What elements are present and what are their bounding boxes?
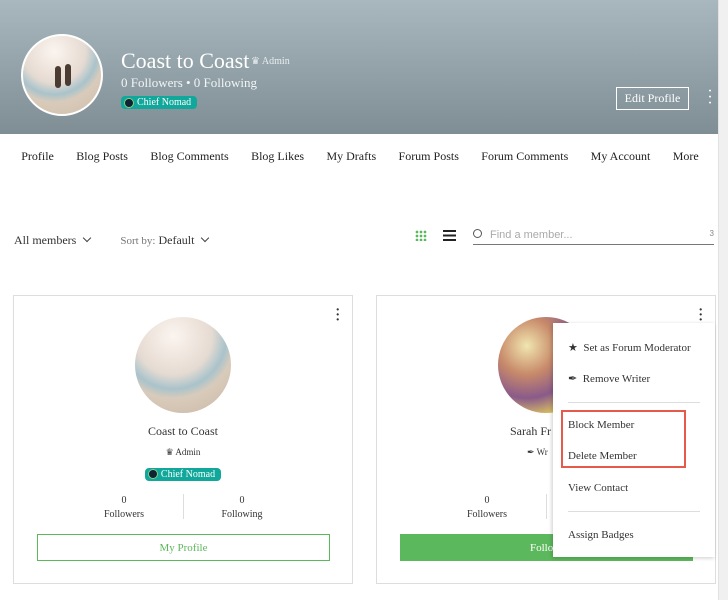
divider (183, 494, 184, 519)
member-role: ♛ Admin (165, 447, 201, 457)
grid-view-icon[interactable] (415, 230, 427, 241)
followers-stat: 0 Followers (104, 495, 144, 520)
followers-stat: 0 Followers (467, 495, 507, 520)
tab-profile[interactable]: Profile (21, 149, 54, 164)
badge-icon (147, 469, 158, 479)
tab-my-account[interactable]: My Account (591, 149, 651, 164)
members-filter[interactable]: All members (14, 233, 94, 248)
divider (546, 494, 547, 519)
tab-blog-comments[interactable]: Blog Comments (150, 149, 228, 164)
tab-forum-posts[interactable]: Forum Posts (399, 149, 459, 164)
search-input[interactable]: Find a member... 3 (473, 228, 714, 245)
highlight-box (561, 410, 686, 468)
divider (568, 402, 700, 403)
profile-header: Coast to Coast ♛ Admin 0 Followers • 0 F… (0, 0, 718, 134)
tab-blog-posts[interactable]: Blog Posts (76, 149, 128, 164)
chevron-down-icon (83, 233, 92, 243)
profile-name: Coast to Coast (121, 48, 250, 73)
scrollbar[interactable] (718, 0, 728, 600)
tab-blog-likes[interactable]: Blog Likes (251, 149, 304, 164)
divider (568, 511, 700, 512)
profile-nav: Profile Blog Posts Blog Comments Blog Li… (0, 134, 718, 178)
star-icon: ★ (568, 342, 578, 354)
feather-icon: ✒ (527, 447, 537, 457)
tab-forum-comments[interactable]: Forum Comments (481, 149, 568, 164)
menu-item-view-contact[interactable]: View Contact (568, 482, 628, 494)
member-name[interactable]: Coast to Coast (14, 424, 352, 439)
list-view-icon[interactable] (443, 230, 456, 241)
badge-icon (124, 97, 134, 108)
edit-profile-button[interactable]: Edit Profile (616, 87, 689, 110)
feather-icon: ✒ (568, 373, 578, 385)
admin-role: ♛ Admin (251, 56, 290, 67)
menu-item-remove-writer[interactable]: ✒ Remove Writer (568, 372, 650, 385)
member-badge: Chief Nomad (144, 467, 222, 481)
menu-item-set-forum-moderator[interactable]: ★ Set as Forum Moderator (568, 341, 691, 354)
crown-icon: ♛ (251, 56, 262, 67)
profile-badge: Chief Nomad (121, 96, 198, 109)
profile-avatar[interactable] (21, 34, 103, 116)
profile-stats: 0 Followers • 0 Following (121, 75, 258, 90)
member-avatar[interactable] (135, 317, 231, 413)
more-options-icon[interactable]: · · · (698, 304, 703, 328)
tab-more[interactable]: More (673, 149, 699, 164)
more-options-icon[interactable]: · · · (335, 304, 340, 328)
menu-item-assign-badges[interactable]: Assign Badges (568, 529, 634, 541)
tab-my-drafts[interactable]: My Drafts (326, 149, 376, 164)
filters: All members Sort by: Default (14, 233, 212, 248)
search-icon (473, 229, 482, 238)
more-options-icon[interactable]: · · · (706, 84, 714, 112)
crown-icon: ♛ (165, 447, 176, 457)
my-profile-button[interactable]: My Profile (37, 534, 330, 561)
member-card: · · · Coast to Coast ♛ Admin Chief Nomad 0… (13, 295, 353, 584)
sort-dropdown[interactable]: Sort by: Default (120, 233, 212, 248)
chevron-down-icon (201, 233, 210, 243)
following-stat: 0 Following (221, 495, 263, 520)
